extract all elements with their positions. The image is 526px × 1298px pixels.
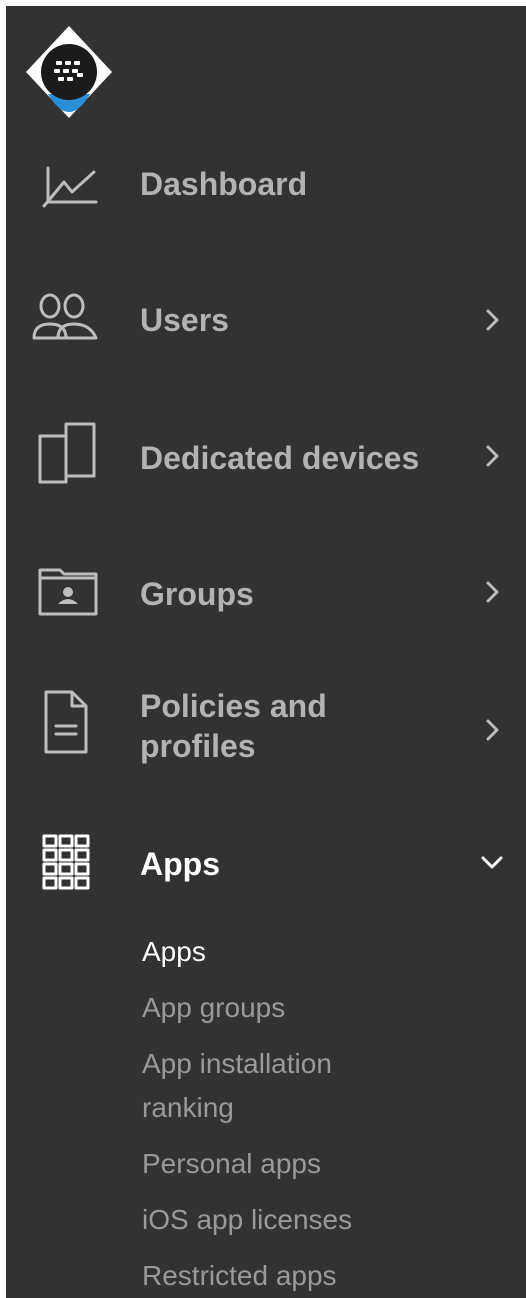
chevron-down-icon <box>478 848 506 876</box>
nav-label-dashboard: Dashboard <box>140 166 308 202</box>
submenu-item-app-groups[interactable]: App groups <box>142 990 285 1026</box>
submenu-item-personal-apps[interactable]: Personal apps <box>142 1146 321 1182</box>
nav-item-users[interactable]: Users <box>6 282 526 362</box>
nav-item-apps[interactable]: Apps <box>6 826 526 906</box>
submenu-item-ios-app-licenses[interactable]: iOS app licenses <box>142 1202 352 1238</box>
chevron-right-icon <box>478 716 506 744</box>
chevron-right-icon <box>478 578 506 606</box>
nav-label-dedicated-devices: Dedicated devices <box>140 440 420 476</box>
nav-label-policies-line1: Policies and <box>140 688 327 724</box>
submenu-item-apps[interactable]: Apps <box>142 934 206 970</box>
nav-label-policies-line2: profiles <box>140 728 256 764</box>
users-icon <box>30 284 102 356</box>
chevron-right-icon <box>478 442 506 470</box>
nav-label-users: Users <box>140 302 229 338</box>
chart-line-icon <box>30 150 102 222</box>
nav-item-policies-and-profiles[interactable]: Policies and profiles <box>6 686 526 782</box>
sidebar: Dashboard Users Dedicated devices Groups… <box>6 6 526 1298</box>
submenu-item-label-line2: ranking <box>142 1092 234 1123</box>
document-icon <box>30 686 102 758</box>
devices-icon <box>30 418 102 490</box>
nav-item-dashboard[interactable]: Dashboard <box>6 146 526 226</box>
nav-item-dedicated-devices[interactable]: Dedicated devices <box>6 418 526 498</box>
nav-label-groups: Groups <box>140 576 254 612</box>
submenu-item-restricted-apps[interactable]: Restricted apps <box>142 1258 337 1294</box>
nav-label-apps: Apps <box>140 846 220 882</box>
apps-grid-icon <box>30 828 102 900</box>
chevron-right-icon <box>478 306 506 334</box>
nav-item-groups[interactable]: Groups <box>6 554 526 634</box>
submenu-item-label-line1: App installation <box>142 1048 332 1079</box>
folder-user-icon <box>30 556 102 628</box>
blackberry-logo-icon[interactable] <box>22 22 116 124</box>
